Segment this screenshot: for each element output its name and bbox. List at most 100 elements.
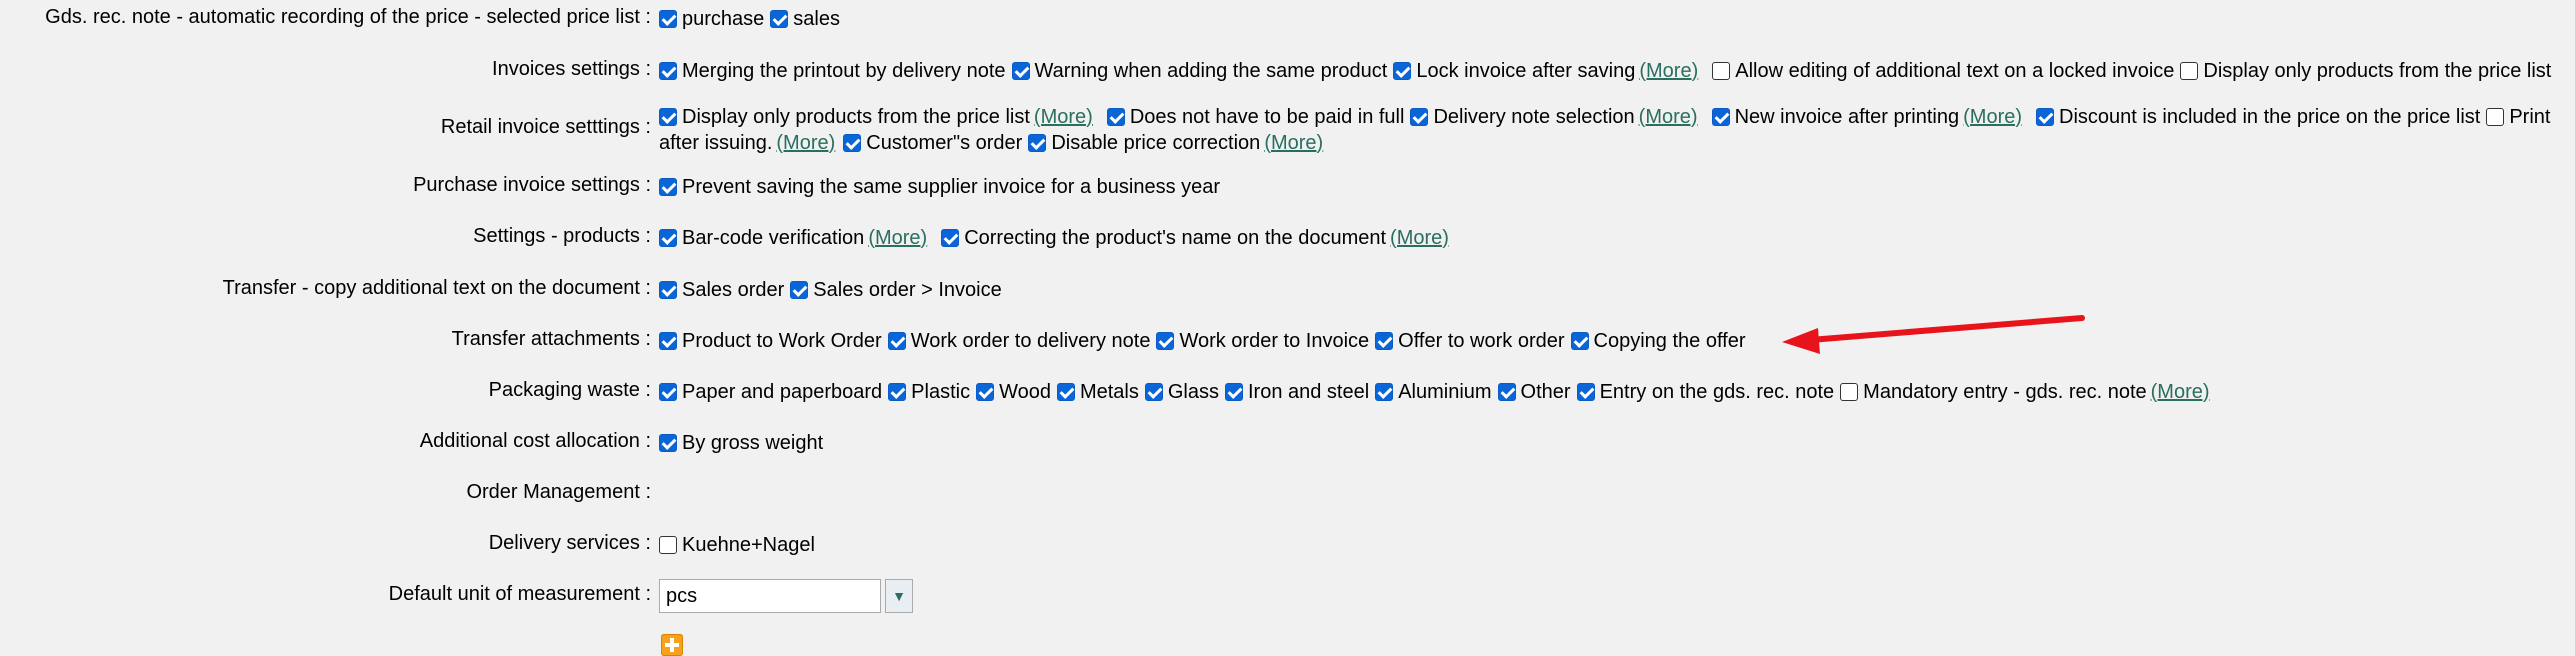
checkbox-glass[interactable]	[1144, 383, 1163, 401]
checkbox-lock-invoice[interactable]	[1393, 62, 1412, 80]
checkbox-correcting-product-name[interactable]	[941, 229, 960, 247]
option-label: Disable price correction	[1051, 131, 1261, 154]
row-label: Default unit of measurement :	[388, 583, 651, 605]
checkbox-work-order-to-invoice[interactable]	[1156, 332, 1175, 350]
option-label: Discount is included in the price on the…	[2059, 105, 2481, 128]
more-link[interactable]: (More)	[868, 227, 927, 250]
checkbox-purchase[interactable]	[659, 10, 677, 28]
option-label: Work order to Invoice	[1179, 329, 1370, 352]
checkbox-work-order-to-delivery-note[interactable]	[887, 332, 906, 350]
row-label: Order Management :	[466, 481, 651, 503]
more-link[interactable]: (More)	[1639, 106, 1698, 129]
row-label: Gds. rec. note - automatic recording of …	[45, 6, 651, 28]
option-label: Aluminium	[1398, 380, 1492, 403]
checkbox-aluminium[interactable]	[1375, 383, 1394, 401]
row-label: Packaging waste :	[488, 379, 651, 401]
option-label: Merging the printout by delivery note	[682, 59, 1006, 82]
checkbox-allow-editing-text[interactable]	[1712, 62, 1731, 80]
checkbox-warning-same-product[interactable]	[1011, 62, 1030, 80]
option-label: Offer to work order	[1398, 329, 1565, 352]
option-label: Bar-code verification	[682, 226, 865, 249]
option-label: Product to Work Order	[682, 329, 882, 352]
row-label: Purchase invoice settings :	[413, 174, 651, 196]
row-label: Transfer attachments :	[451, 328, 651, 350]
option-label: Wood	[999, 380, 1051, 403]
add-icon	[661, 634, 683, 656]
unit-dropdown-button[interactable]: ▼	[885, 579, 913, 613]
option-label: Plastic	[911, 380, 971, 403]
option-label: Warning when adding the same product	[1034, 59, 1388, 82]
option-label: Correcting the product's name on the doc…	[964, 226, 1387, 249]
checkbox-merging-printout[interactable]	[659, 62, 677, 80]
row-label: Settings - products :	[473, 225, 651, 247]
checkbox-iron-steel[interactable]	[1224, 383, 1243, 401]
checkbox-print[interactable]	[2486, 108, 2505, 126]
checkbox-sales-order[interactable]	[659, 281, 677, 299]
row-label: Invoices settings :	[492, 58, 651, 80]
option-label: By gross weight	[682, 431, 824, 454]
checkbox-discount-included[interactable]	[2036, 108, 2055, 126]
checkbox-barcode-verification[interactable]	[659, 229, 677, 247]
chevron-down-icon: ▼	[892, 588, 906, 604]
checkbox-other[interactable]	[1497, 383, 1516, 401]
option-label: Allow editing of additional text on a lo…	[1735, 59, 2175, 82]
checkbox-new-invoice-after-printing[interactable]	[1711, 108, 1730, 126]
row-label: Transfer - copy additional text on the d…	[222, 277, 651, 299]
checkbox-display-only-price-list[interactable]	[2180, 62, 2199, 80]
option-label: Does not have to be paid in full	[1129, 105, 1405, 128]
option-label: Metals	[1079, 380, 1139, 403]
option-label: sales	[793, 7, 840, 30]
checkbox-kuehne-nagel[interactable]	[659, 536, 677, 554]
row-label: Delivery services :	[488, 532, 651, 554]
checkbox-plastic[interactable]	[888, 383, 907, 401]
checkbox-offer-to-work-order[interactable]	[1375, 332, 1394, 350]
option-label: Sales order > Invoice	[813, 278, 1002, 301]
checkbox-retail-display-price-list[interactable]	[659, 108, 677, 126]
checkbox-delivery-note-selection[interactable]	[1410, 108, 1429, 126]
checkbox-metals[interactable]	[1056, 383, 1075, 401]
option-label: Delivery note selection	[1433, 105, 1635, 128]
more-link[interactable]: (More)	[1963, 106, 2022, 129]
row-label: Retail invoice setttings :	[440, 116, 651, 138]
row-label: Additional cost allocation :	[419, 430, 651, 452]
option-label: purchase	[682, 7, 765, 30]
checkbox-by-gross-weight[interactable]	[659, 434, 677, 452]
add-button[interactable]	[661, 634, 683, 656]
option-label: Customer"s order	[866, 131, 1023, 154]
more-link[interactable]: (More)	[1034, 106, 1093, 129]
checkbox-wood[interactable]	[976, 383, 995, 401]
checkbox-product-to-work-order[interactable]	[659, 332, 677, 350]
more-link[interactable]: (More)	[776, 132, 835, 155]
more-link[interactable]: (More)	[1264, 132, 1323, 155]
option-label: Print	[2509, 105, 2551, 128]
checkbox-copying-the-offer[interactable]	[1570, 332, 1589, 350]
checkbox-customers-order[interactable]	[843, 134, 862, 152]
checkbox-prevent-saving-supplier-invoice[interactable]	[659, 178, 677, 196]
more-link[interactable]: (More)	[1390, 227, 1449, 250]
checkbox-sales-order-invoice[interactable]	[790, 281, 809, 299]
option-label: Other	[1520, 380, 1571, 403]
unit-of-measurement-input[interactable]: pcs	[659, 579, 881, 613]
option-label: Copying the offer	[1593, 329, 1746, 352]
more-link[interactable]: (More)	[1639, 60, 1698, 83]
option-label: Sales order	[682, 278, 785, 301]
checkbox-disable-price-correction[interactable]	[1028, 134, 1047, 152]
option-label-continued: after issuing.	[659, 131, 773, 154]
checkbox-sales[interactable]	[770, 10, 789, 28]
option-label: Lock invoice after saving	[1416, 59, 1636, 82]
checkbox-mandatory-entry[interactable]	[1840, 383, 1859, 401]
option-label: Prevent saving the same supplier invoice…	[682, 175, 1221, 198]
option-label: Mandatory entry - gds. rec. note	[1863, 380, 2147, 403]
option-label: Display only products from the price lis…	[682, 105, 1030, 128]
option-label: Entry on the gds. rec. note	[1599, 380, 1835, 403]
option-label: New invoice after printing	[1734, 105, 1960, 128]
option-label: Display only products from the price lis…	[2203, 59, 2552, 82]
option-label: Iron and steel	[1247, 380, 1370, 403]
more-link[interactable]: (More)	[2151, 381, 2210, 404]
checkbox-not-paid-full[interactable]	[1106, 108, 1125, 126]
option-label: Work order to delivery note	[910, 329, 1151, 352]
checkbox-entry-gds-rec-note[interactable]	[1576, 383, 1595, 401]
option-label: Kuehne+Nagel	[682, 533, 815, 556]
checkbox-paper-paperboard[interactable]	[659, 383, 677, 401]
option-label: Paper and paperboard	[682, 380, 883, 403]
